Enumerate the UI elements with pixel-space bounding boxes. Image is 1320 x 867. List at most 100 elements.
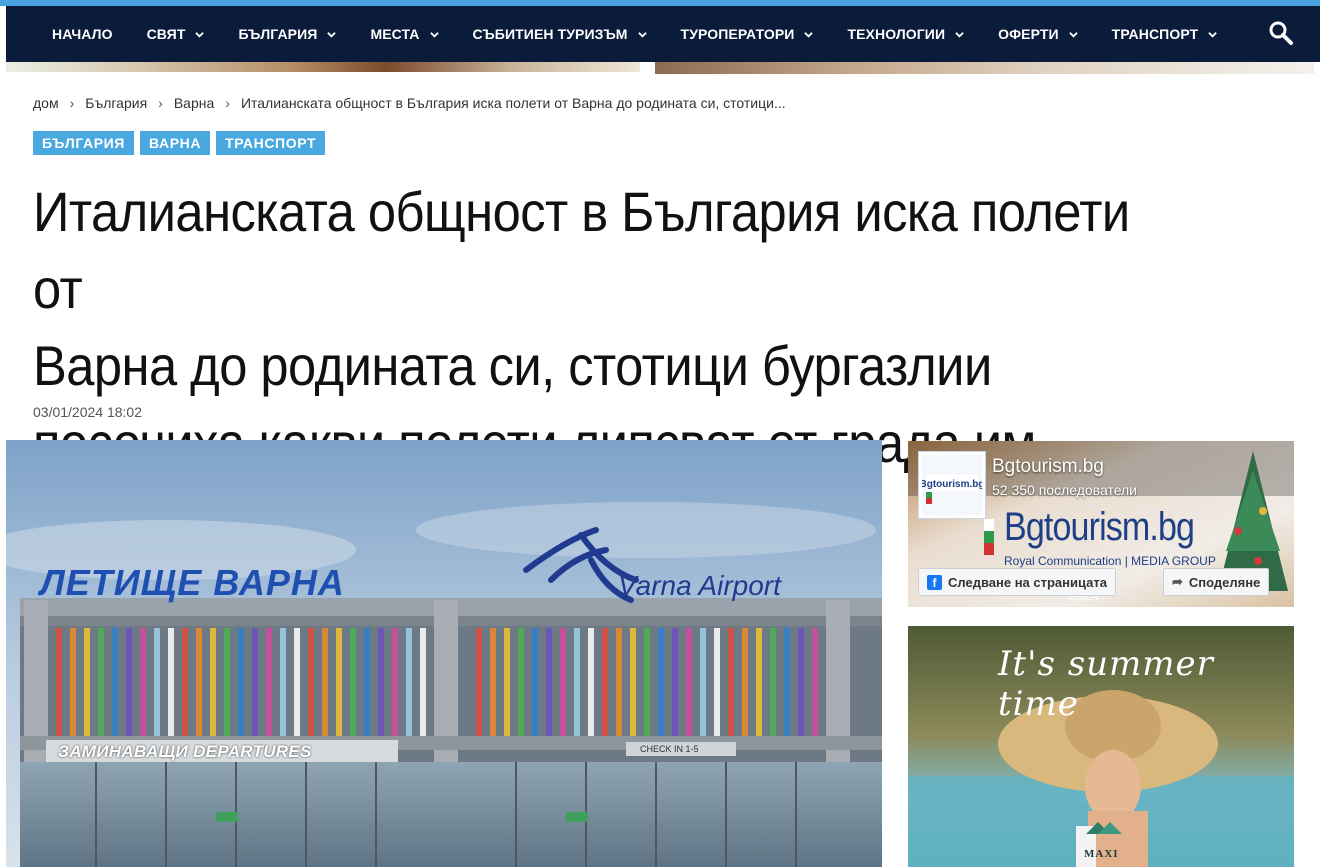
breadcrumb-separator: › — [158, 95, 163, 111]
nav-item-2[interactable]: СВЯТ — [147, 26, 205, 42]
chevron-down-icon — [1068, 31, 1078, 38]
facade-fin — [560, 628, 566, 736]
hero-image[interactable]: ЛЕТИЩЕ ВАРНА Varna Airport ЗАМИНАВАЩИ DE… — [6, 440, 882, 867]
tag-bulgaria[interactable]: БЪЛГАРИЯ — [33, 131, 134, 155]
fb-follow-button[interactable]: f Следване на страницата — [918, 568, 1116, 596]
fb-page-logo[interactable]: Bgtourism.bg — [918, 451, 986, 519]
nav-item-7[interactable]: ТЕХНОЛОГИИ — [847, 26, 964, 42]
facade-fin — [574, 628, 580, 736]
chevron-down-icon — [804, 31, 814, 38]
tag-varna[interactable]: ВАРНА — [139, 131, 211, 155]
category-tags: БЪЛГАРИЯ ВАРНА ТРАНСПОРТ — [33, 131, 331, 155]
breadcrumb-varna[interactable]: Варна — [174, 95, 214, 111]
departures-sign: ЗАМИНАВАЩИ DEPARTURES — [58, 742, 312, 761]
facade-fin — [392, 628, 398, 736]
facade-fin — [84, 628, 90, 736]
nav-item-8[interactable]: ОФЕРТИ — [998, 26, 1078, 42]
facade-fin — [490, 628, 496, 736]
facade-fin — [210, 628, 216, 736]
facade-fin — [112, 628, 118, 736]
breadcrumb-current: Италианската общност в България иска пол… — [240, 95, 786, 111]
nav-item-5[interactable]: СЪБИТИЕН ТУРИЗЪМ — [473, 26, 647, 42]
nav-item-label: ТРАНСПОРТ — [1111, 26, 1199, 42]
facade-fin — [686, 628, 692, 736]
nav-item-label: СЪБИТИЕН ТУРИЗЪМ — [472, 26, 628, 42]
facade-fin — [294, 628, 300, 736]
nav-item-label: ТЕХНОЛОГИИ — [847, 26, 946, 42]
facade-fin — [756, 628, 762, 736]
facade-fin — [266, 628, 272, 736]
fb-share-button[interactable]: ➦ Споделяне — [1163, 568, 1270, 596]
facebook-icon: f — [927, 574, 942, 590]
facade-fin — [308, 628, 314, 736]
main-navbar: НАЧАЛО СВЯТ БЪЛГАРИЯ МЕСТА СЪБИТИЕН ТУРИЗЪМ Т… — [6, 6, 1320, 62]
chevron-down-icon — [429, 31, 439, 38]
facade-fin — [56, 628, 62, 736]
chevron-down-icon — [1208, 31, 1217, 38]
facade-fin — [672, 628, 678, 736]
sidebar-ad-summer[interactable]: It's summer time MAXI — [908, 626, 1294, 867]
nav-item-3[interactable]: БЪЛГАРИЯ — [238, 26, 337, 42]
facade-fin — [476, 628, 482, 736]
breadcrumb-home[interactable]: дом — [33, 95, 59, 111]
facade-fin — [504, 628, 510, 736]
facade-fin — [630, 628, 636, 736]
facade-fin — [364, 628, 370, 736]
nav-item-label: МЕСТА — [370, 26, 420, 42]
top-ad-banner[interactable] — [6, 62, 1314, 74]
facade-fin — [714, 628, 720, 736]
facade-fin — [644, 628, 650, 736]
breadcrumb: дом › България › Варна › Италианската об… — [33, 95, 786, 111]
airport-sign-en: Varna Airport — [618, 570, 781, 601]
breadcrumb-bulgaria[interactable]: България — [85, 95, 147, 111]
ad-logo: MAXI — [1084, 848, 1119, 860]
page: НАЧАЛО СВЯТ БЪЛГАРИЯ МЕСТА СЪБИТИЕН ТУРИЗЪМ Т… — [0, 0, 1320, 867]
article-title: Италианската общност в България иска пол… — [33, 173, 1173, 481]
share-arrow-icon: ➦ — [1172, 574, 1183, 589]
facade-fin — [532, 628, 538, 736]
facade-fin — [378, 628, 384, 736]
facade-fin — [252, 628, 258, 736]
fb-followers-count: 52 350 последователи — [992, 482, 1138, 498]
facade-fin — [140, 628, 146, 736]
nav-item-9[interactable]: ТРАНСПОРТ — [1112, 26, 1218, 42]
chevron-down-icon — [637, 31, 647, 38]
facebook-page-widget[interactable]: Bgtourism.bg Bgtourism.bg 52 350 последо… — [908, 441, 1294, 607]
facade-fin — [350, 628, 356, 736]
ad-banner-right[interactable] — [655, 62, 1314, 74]
tag-transport[interactable]: ТРАНСПОРТ — [216, 131, 326, 155]
breadcrumb-separator: › — [69, 95, 75, 111]
fb-cover-subtitle: Royal Communication | MEDIA GROUP — [1004, 554, 1216, 568]
facade-fin — [546, 628, 552, 736]
facade-fin — [154, 628, 160, 736]
ad-banner-left[interactable] — [6, 62, 640, 72]
nav-item-1[interactable]: НАЧАЛО — [52, 26, 113, 42]
facade-fin — [798, 628, 804, 736]
article-title-line-2: Варна до родината си, стотици бургазлии — [33, 334, 992, 397]
facade-fin — [98, 628, 104, 736]
facade-fin — [728, 628, 734, 736]
fb-share-label: Споделяне — [1188, 574, 1261, 590]
nav-item-4[interactable]: МЕСТА — [370, 26, 439, 42]
fb-page-name[interactable]: Bgtourism.bg — [992, 456, 1104, 478]
airport-sign-bg: ЛЕТИЩЕ ВАРНА — [40, 562, 345, 603]
facade-fin — [770, 628, 776, 736]
nav-item-label: ОФЕРТИ — [998, 26, 1059, 42]
nav-item-6[interactable]: ТУРОПЕРАТОРИ — [681, 26, 814, 42]
chevron-down-icon — [195, 31, 205, 38]
search-icon[interactable] — [1268, 20, 1294, 46]
chevron-down-icon — [955, 31, 964, 38]
facade-fin — [742, 628, 748, 736]
breadcrumb-separator: › — [225, 95, 230, 111]
facade-fin — [322, 628, 328, 736]
article-title-line-1: Италианската общност в България иска пол… — [33, 180, 1130, 320]
facade-fin — [658, 628, 664, 736]
facade-fin — [70, 628, 76, 736]
fb-follow-label: Следване на страницата — [948, 574, 1107, 590]
facade-fin — [238, 628, 244, 736]
facade-fin — [784, 628, 790, 736]
nav-item-label: БЪЛГАРИЯ — [238, 26, 318, 42]
facade-fin — [196, 628, 202, 736]
nav-item-label: ТУРОПЕРАТОРИ — [680, 26, 795, 42]
facade-fin — [168, 628, 174, 736]
